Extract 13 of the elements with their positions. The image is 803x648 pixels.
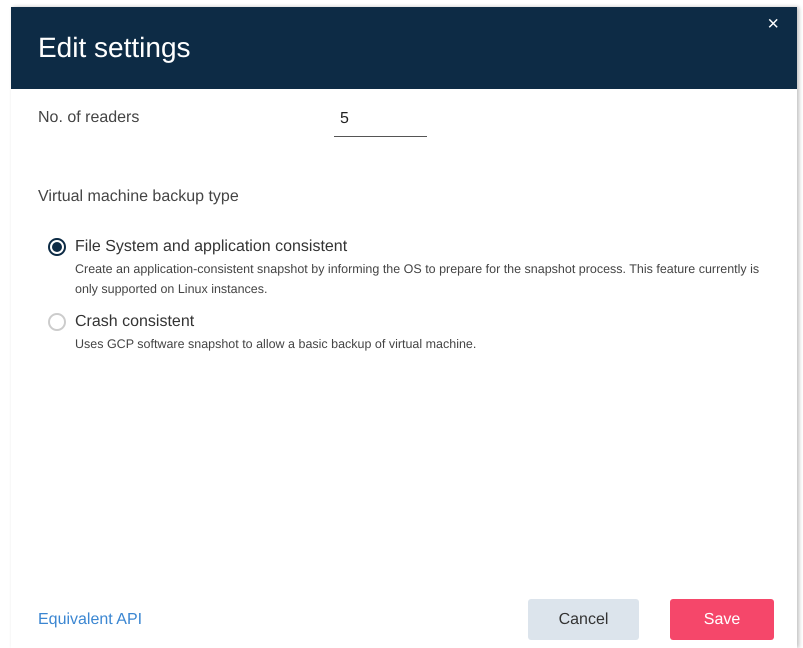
option-description: Uses GCP software snapshot to allow a basic backup of virtual machine.	[75, 336, 476, 353]
close-button[interactable]: ×	[763, 13, 783, 36]
api-link[interactable]: Equivalent API	[38, 610, 528, 628]
radio-button[interactable]	[48, 238, 66, 256]
save-button[interactable]: Save	[670, 599, 774, 640]
cancel-button[interactable]: Cancel	[528, 599, 639, 640]
option-label[interactable]: Crash consistent	[75, 311, 476, 333]
section-label: Virtual machine backup type	[38, 188, 240, 206]
option-label[interactable]: File System and application consistent	[75, 236, 770, 258]
dialog-title: Edit settings	[38, 32, 191, 64]
option-description: Create an application-consistent snapshot by informing the OS to prepare for the snapshot process. This feature currently is only supported on Linux instances.	[75, 261, 760, 298]
field-label: No. of readers	[38, 109, 140, 128]
readers-input[interactable]: 5	[334, 110, 427, 137]
